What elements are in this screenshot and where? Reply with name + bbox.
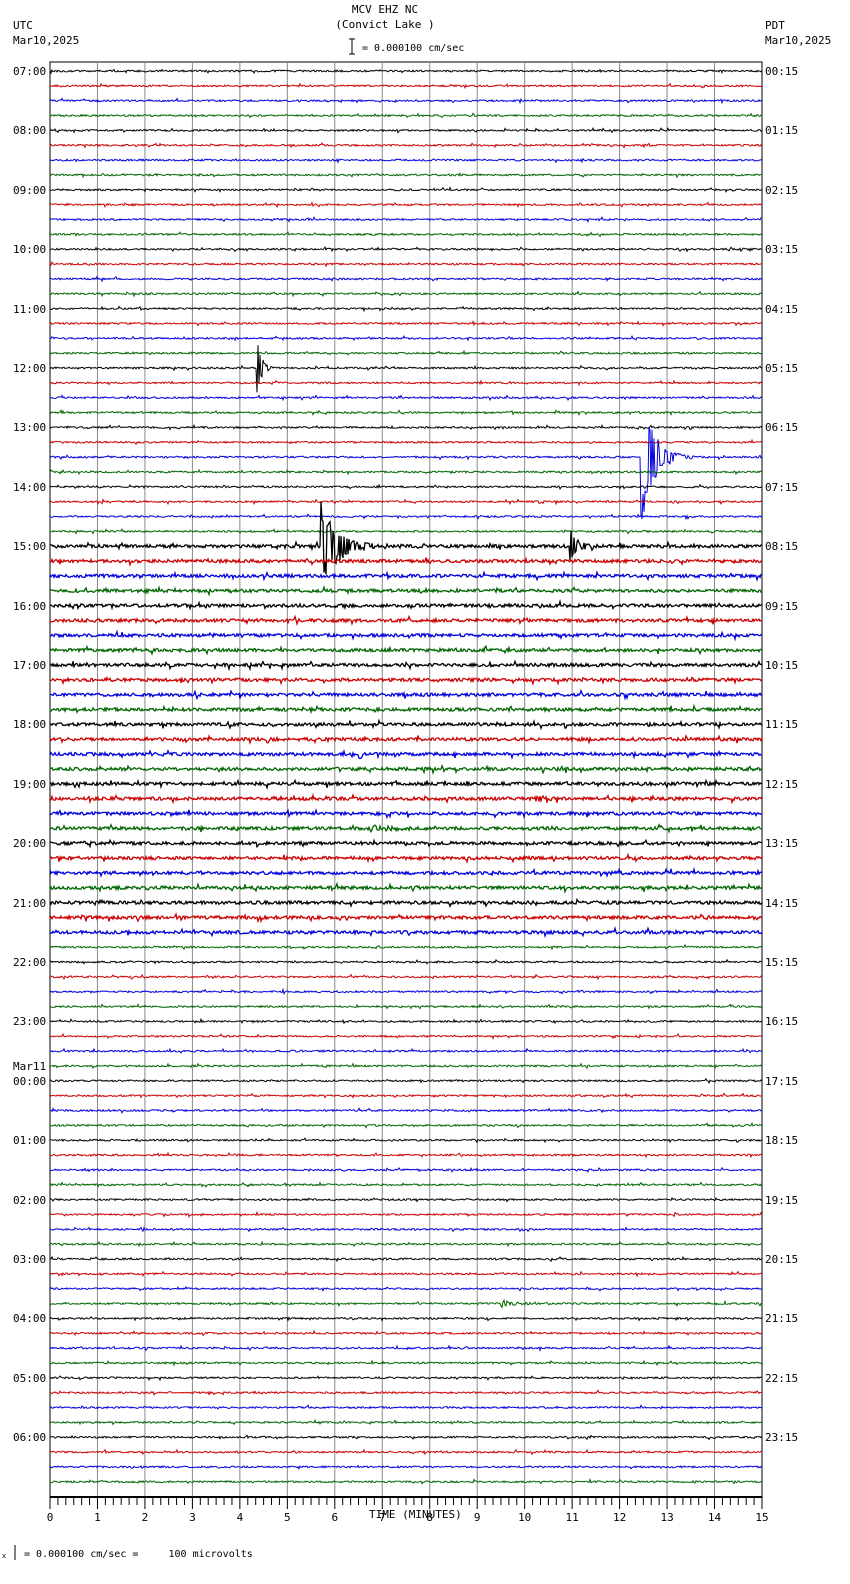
trace-row-6 [49,157,763,164]
trace-row-11 [49,231,763,238]
trace-row-31 [49,528,762,535]
trace-row-60 [49,958,763,965]
trace-row-39 [49,644,763,656]
trace-row-61 [49,973,763,981]
trace-row-9 [49,201,763,209]
trace-row-77 [49,1210,763,1218]
helicorder: MCV EHZ NC (Convict Lake ) UTC Mar10,202… [0,0,850,1584]
trace-row-0 [49,68,763,75]
trace-row-94 [49,1464,763,1471]
trace-row-17 [49,320,763,327]
trace-row-45 [49,733,763,745]
trace-row-36 [49,599,763,611]
trace-row-4 [49,126,763,134]
trace-row-13 [49,260,763,268]
trace-row-89 [49,1389,763,1396]
trace-row-10 [49,216,763,223]
trace-row-32 [49,501,763,575]
trace-row-54 [49,866,763,879]
trace-row-73 [49,1151,763,1159]
trace-row-15 [49,290,763,298]
trace-row-47 [49,763,763,776]
trace-row-93 [49,1448,763,1456]
trace-row-79 [49,1240,763,1248]
plot-frame [49,61,763,1498]
trace-row-84 [49,1316,763,1322]
trace-row-34 [49,570,763,583]
trace-row-29 [49,498,763,506]
trace-row-68 [49,1077,763,1085]
trace-row-37 [49,614,763,627]
trace-row-43 [50,703,763,715]
trace-row-70 [49,1107,762,1114]
trace-row-51 [49,823,763,834]
trace-row-26 [49,426,763,519]
trace-row-30 [49,513,763,521]
trace-row-56 [49,897,763,909]
trace-row-58 [49,926,763,939]
trace-row-57 [49,911,763,924]
trace-row-55 [49,881,763,894]
trace-row-72 [50,1137,763,1144]
trace-row-1 [49,82,763,90]
trace-row-64 [49,1017,762,1025]
trace-row-41 [49,675,763,686]
trace-row-22 [49,394,763,402]
trace-row-33 [49,556,763,568]
trace-row-2 [49,97,763,105]
trace-row-24 [49,424,763,431]
trace-row-65 [49,1032,763,1040]
trace-row-63 [49,1003,763,1010]
trace-row-88 [49,1375,763,1382]
trace-row-35 [49,584,763,597]
trace-row-49 [49,792,763,805]
trace-row-62 [49,987,763,996]
trace-row-21 [49,379,763,387]
trace-row-18 [49,334,763,342]
trace-row-86 [49,1344,763,1352]
trace-row-87 [49,1359,763,1367]
seismogram-plot [14,38,763,1560]
trace-row-25 [49,438,763,446]
trace-row-14 [49,275,763,283]
trace-row-82 [49,1285,763,1293]
trace-row-7 [49,172,763,179]
trace-row-8 [49,186,763,194]
trace-row-91 [49,1418,763,1426]
trace-row-46 [49,748,763,760]
trace-row-23 [49,409,763,416]
trace-row-80 [49,1255,763,1263]
trace-row-19 [49,349,763,356]
trace-row-81 [49,1270,763,1278]
trace-row-28 [49,483,763,490]
trace-row-48 [49,778,763,790]
trace-row-67 [49,1062,763,1070]
trace-row-76 [49,1196,762,1203]
trace-row-53 [49,852,763,864]
trace-row-40 [49,659,763,672]
trace-row-66 [49,1047,763,1054]
trace-row-16 [49,305,763,313]
trace-row-12 [49,246,763,253]
trace-row-52 [49,838,763,849]
trace-row-71 [49,1121,763,1129]
trace-row-5 [49,142,763,149]
trace-row-3 [49,112,763,119]
trace-row-85 [49,1329,763,1337]
trace-row-75 [49,1181,763,1189]
trace-row-92 [49,1434,763,1441]
trace-row-90 [49,1404,763,1410]
trace-row-59 [49,943,763,951]
trace-row-78 [49,1226,763,1233]
trace-row-50 [49,808,763,820]
trace-row-44 [49,718,763,731]
trace-row-69 [49,1092,762,1099]
trace-row-74 [49,1166,762,1173]
trace-row-95 [49,1477,763,1485]
trace-row-42 [49,688,763,701]
trace-row-83 [49,1298,763,1309]
trace-row-38 [49,629,763,642]
